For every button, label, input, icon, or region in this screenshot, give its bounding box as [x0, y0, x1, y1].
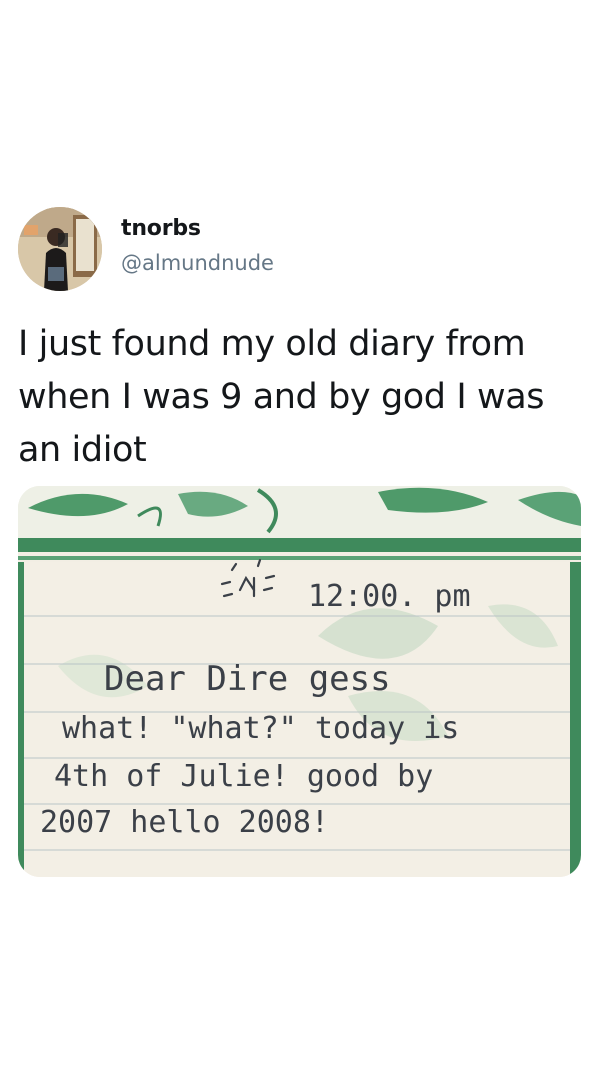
- diary-line-2: what! "what?" today is: [62, 711, 459, 746]
- tweet-text: I just found my old diary from when I wa…: [18, 324, 545, 470]
- diary-page-photo-icon: 12:00. pm Dear Dire gess what! "what?" t…: [18, 486, 581, 877]
- attached-photo[interactable]: 12:00. pm Dear Dire gess what! "what?" t…: [18, 486, 581, 877]
- user-handle[interactable]: @almundnude: [121, 251, 274, 275]
- diary-line-4: 2007 hello 2008!: [40, 805, 329, 840]
- display-name[interactable]: tnorbs: [121, 216, 201, 241]
- tweet-card: tnorbs @almundnude I just found my old d…: [0, 0, 600, 1067]
- user-avatar-photo-icon: [18, 207, 102, 291]
- diary-line-1: Dear Dire gess: [104, 659, 391, 699]
- avatar[interactable]: [18, 207, 102, 291]
- diary-time: 12:00. pm: [308, 579, 471, 614]
- diary-line-3: 4th of Julie! good by: [54, 759, 433, 794]
